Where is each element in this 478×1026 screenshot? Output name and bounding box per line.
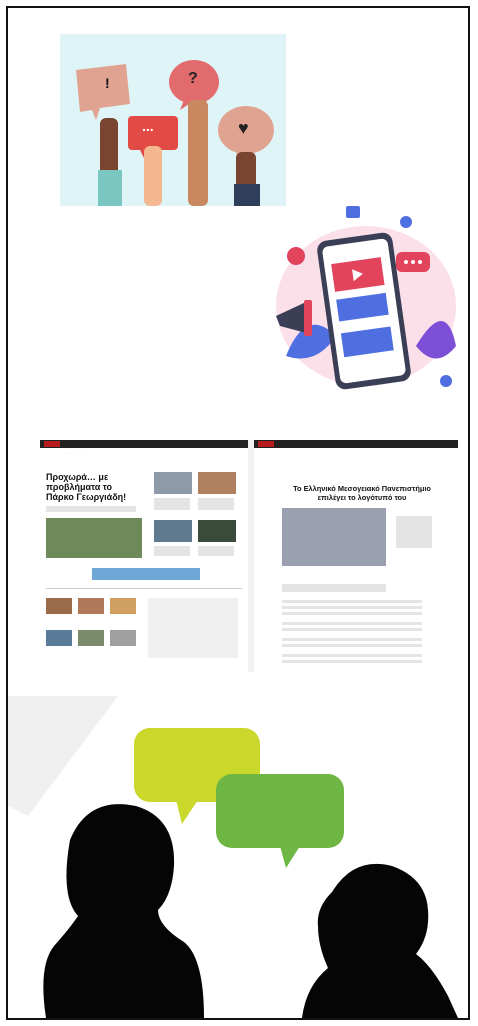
university-photo bbox=[282, 508, 386, 566]
share-box bbox=[282, 584, 386, 592]
left-headline: Προχωρά… με προβλήματα το Πάρκο Γεωργιάδ… bbox=[46, 472, 126, 502]
question-symbol: ? bbox=[188, 70, 198, 87]
arm-2 bbox=[144, 146, 162, 206]
thumb-1-text bbox=[154, 498, 190, 510]
top-nav-bar-right bbox=[254, 440, 458, 448]
left-headline-line2: προβλήματα το bbox=[46, 482, 113, 492]
exclamation-symbol: ! bbox=[105, 75, 110, 91]
hands-bubbles-svg bbox=[76, 60, 274, 206]
sleeve-4 bbox=[234, 184, 260, 206]
sleeve-1 bbox=[98, 170, 122, 206]
thumb-2-text bbox=[198, 498, 234, 510]
arm-1 bbox=[100, 118, 118, 178]
gear-right-icon bbox=[440, 375, 452, 387]
gear-icon bbox=[287, 247, 305, 265]
left-headline-line3: Πάρκο Γεωργιάδη! bbox=[46, 492, 127, 502]
news-website-screenshots: · · · · · · · · · · · · Προχωρά… με προβ… bbox=[40, 440, 458, 672]
image-collage-frame: ! ... ? ♥ · · · · · · · · · · · · Προχωρ… bbox=[6, 6, 470, 1020]
top-nav-bar bbox=[40, 440, 248, 448]
thumb-4-text bbox=[198, 546, 234, 556]
park-photo bbox=[46, 518, 142, 558]
thumb-3-text bbox=[154, 546, 190, 556]
thumb-4 bbox=[198, 520, 236, 542]
silhouette-svg bbox=[8, 696, 458, 1018]
phone-svg bbox=[276, 206, 456, 390]
body-line-5 bbox=[282, 628, 422, 631]
green-speech-bubble bbox=[216, 774, 344, 848]
right-person-silhouette bbox=[302, 863, 458, 1018]
grid-thumb-4 bbox=[46, 630, 72, 646]
thumb-1 bbox=[154, 472, 192, 494]
grid-thumb-6 bbox=[110, 630, 136, 646]
right-headline-line1: Το Ελληνικό Μεσογειακό Πανεπιστήμιο bbox=[293, 484, 431, 493]
body-line-9 bbox=[282, 660, 422, 663]
left-subtitle bbox=[46, 506, 136, 512]
date-strip: · · · · · · · · · · · · bbox=[64, 451, 86, 455]
body-line-4 bbox=[282, 622, 422, 625]
right-headline-line2: επιλέγει το λογότυπό του bbox=[317, 493, 407, 502]
body-line-2 bbox=[282, 606, 422, 609]
exclamation-bubble-icon bbox=[76, 64, 130, 120]
site-logo-right bbox=[258, 441, 274, 447]
gear-small-icon bbox=[400, 216, 412, 228]
social-media-phone-illustration bbox=[266, 196, 466, 396]
heart-symbol: ♥ bbox=[238, 118, 249, 138]
ellipsis-symbol: ... bbox=[142, 118, 154, 134]
site-logo bbox=[44, 441, 60, 447]
thumb-3 bbox=[154, 520, 192, 542]
side-ad bbox=[396, 516, 432, 548]
two-people-silhouette-conversation bbox=[8, 696, 468, 1018]
news-page-right: Το Ελληνικό Μεσογειακό Πανεπιστήμιο επιλ… bbox=[254, 440, 458, 672]
grid-thumb-2 bbox=[78, 598, 104, 614]
section-divider bbox=[46, 588, 242, 589]
body-line-8 bbox=[282, 654, 422, 657]
grid-thumb-1 bbox=[46, 598, 72, 614]
speech-bubbles-hands-illustration: ! ... ? ♥ bbox=[60, 34, 286, 206]
left-headline-line1: Προχωρά… με bbox=[46, 472, 109, 482]
banner-ad bbox=[92, 568, 200, 580]
left-person-silhouette bbox=[43, 804, 205, 1018]
body-line-6 bbox=[282, 638, 422, 641]
right-headline: Το Ελληνικό Μεσογειακό Πανεπιστήμιο επιλ… bbox=[282, 484, 442, 502]
arm-3 bbox=[188, 100, 208, 206]
news-page-left: · · · · · · · · · · · · Προχωρά… με προβ… bbox=[40, 440, 248, 672]
grid-thumb-3 bbox=[110, 598, 136, 614]
grid-thumb-5 bbox=[78, 630, 104, 646]
body-line-3 bbox=[282, 612, 422, 615]
like-bubble-icon bbox=[346, 206, 360, 218]
body-line-7 bbox=[282, 644, 422, 647]
thumb-2 bbox=[198, 472, 236, 494]
body-line-1 bbox=[282, 600, 422, 603]
sidebar-list bbox=[148, 598, 238, 658]
